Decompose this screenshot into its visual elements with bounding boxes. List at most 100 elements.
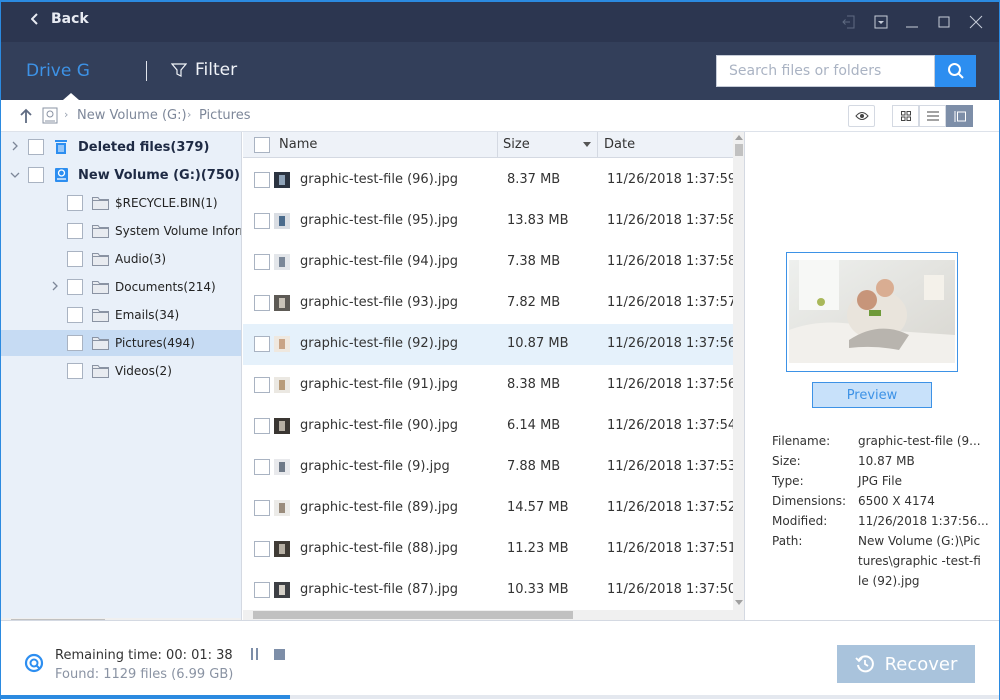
image-thumbnail-icon [274, 459, 290, 475]
tree-item-audio[interactable]: Audio(3) [1, 246, 241, 272]
checkbox[interactable] [67, 251, 83, 267]
checkbox[interactable] [67, 363, 83, 379]
stop-icon[interactable] [274, 649, 285, 660]
column-divider[interactable] [597, 132, 598, 158]
recover-button[interactable]: Recover [837, 645, 975, 683]
tree-item-system-volume-information[interactable]: System Volume Information [1, 218, 241, 244]
breadcrumb-separator: › [187, 108, 192, 121]
feedback-icon[interactable] [839, 12, 859, 32]
tree-item-new-volume[interactable]: New Volume (G:)(750) [1, 162, 241, 188]
checkbox[interactable] [67, 279, 83, 295]
checkbox[interactable] [28, 139, 44, 155]
image-thumbnail-icon [274, 172, 290, 188]
table-row[interactable]: graphic-test-file (87).jpg 10.33 MB 11/26/… [243, 570, 733, 611]
tree-item-pictures[interactable]: Pictures(494) [1, 330, 241, 356]
file-size: 10.87 MB [507, 336, 569, 351]
image-thumbnail-icon [274, 541, 290, 557]
filter-icon [171, 63, 187, 77]
detail-view-button[interactable] [946, 105, 973, 127]
scroll-down-icon[interactable] [735, 600, 743, 606]
info-label-path: Path: [772, 534, 803, 548]
row-checkbox[interactable] [254, 500, 270, 516]
preview-button[interactable]: Preview [812, 382, 932, 408]
file-name: graphic-test-file (9).jpg [300, 459, 450, 474]
folder-icon [92, 364, 109, 378]
checkbox[interactable] [28, 167, 44, 183]
table-row[interactable]: graphic-test-file (9).jpg 7.88 MB 11/26/20… [243, 447, 733, 488]
pause-icon[interactable] [250, 648, 260, 660]
info-label-dimensions: Dimensions: [772, 494, 847, 508]
tree-item-emails[interactable]: Emails(34) [1, 302, 241, 328]
filter-button[interactable]: Filter [171, 60, 237, 80]
row-checkbox[interactable] [254, 336, 270, 352]
breadcrumb-item-volume[interactable]: New Volume (G:) [77, 108, 187, 123]
menu-dropdown-icon[interactable] [871, 12, 891, 32]
list-view-button[interactable] [919, 105, 946, 127]
minimize-icon[interactable] [902, 12, 922, 32]
checkbox[interactable] [67, 335, 83, 351]
expand-icon[interactable] [51, 281, 59, 294]
row-checkbox[interactable] [254, 541, 270, 557]
tree-item-documents[interactable]: Documents(214) [1, 274, 241, 300]
checkbox[interactable] [67, 307, 83, 323]
scrollbar-thumb[interactable] [735, 144, 743, 156]
info-label-filename: Filename: [772, 434, 831, 448]
breadcrumb-item-pictures[interactable]: Pictures [199, 108, 250, 123]
close-icon[interactable] [966, 12, 986, 32]
row-checkbox[interactable] [254, 172, 270, 188]
search-input[interactable] [716, 55, 935, 87]
scrollbar-thumb[interactable] [253, 611, 573, 619]
tree-item-recycle-bin[interactable]: $RECYCLE.BIN(1) [1, 190, 241, 216]
list-vertical-scrollbar[interactable] [733, 132, 744, 610]
row-checkbox[interactable] [254, 582, 270, 598]
search-button[interactable] [935, 55, 976, 87]
grid-view-button[interactable] [892, 105, 919, 127]
column-header-name[interactable]: Name [279, 137, 317, 152]
folder-icon [92, 336, 109, 350]
list-horizontal-scrollbar[interactable] [243, 610, 744, 620]
info-label-size: Size: [772, 454, 801, 468]
file-date: 11/26/2018 1:37:56. [607, 336, 733, 351]
table-row[interactable]: graphic-test-file (88).jpg 11.23 MB 11/26/… [243, 529, 733, 570]
preview-toggle[interactable] [848, 105, 875, 127]
info-value-modified: 11/26/2018 1:37:56... [858, 514, 989, 528]
tree-item-deleted-files[interactable]: Deleted files(379) [1, 134, 241, 160]
column-divider[interactable] [497, 132, 498, 158]
row-checkbox[interactable] [254, 295, 270, 311]
expand-icon[interactable] [11, 141, 19, 154]
computer-icon[interactable] [42, 107, 58, 124]
table-row[interactable]: graphic-test-file (96).jpg 8.37 MB 11/26/2… [243, 160, 733, 201]
row-checkbox[interactable] [254, 213, 270, 229]
row-checkbox[interactable] [254, 254, 270, 270]
table-row[interactable]: graphic-test-file (92).jpg 10.87 MB 11/26/… [243, 324, 733, 365]
back-button[interactable]: Back [31, 11, 89, 27]
table-row[interactable]: graphic-test-file (90).jpg 6.14 MB 11/26/2… [243, 406, 733, 447]
folder-tree: Deleted files(379) New Volume (G:)(750) … [1, 132, 242, 628]
row-checkbox[interactable] [254, 418, 270, 434]
column-header-size[interactable]: Size [503, 137, 530, 152]
select-all-checkbox[interactable] [254, 137, 270, 153]
column-header-date[interactable]: Date [604, 137, 635, 152]
view-mode-group [892, 105, 973, 127]
scan-progress-fill [1, 695, 291, 699]
table-row[interactable]: graphic-test-file (95).jpg 13.83 MB 11/26/… [243, 201, 733, 242]
filter-label: Filter [195, 60, 238, 80]
eye-button[interactable] [848, 105, 875, 127]
scroll-up-icon[interactable] [735, 134, 743, 140]
checkbox[interactable] [67, 195, 83, 211]
table-row[interactable]: graphic-test-file (94).jpg 7.38 MB 11/26/2… [243, 242, 733, 283]
table-row[interactable]: graphic-test-file (93).jpg 7.82 MB 11/26/2… [243, 283, 733, 324]
folder-icon [92, 280, 109, 294]
row-checkbox[interactable] [254, 377, 270, 393]
scan-progress-bar [1, 695, 999, 699]
file-date: 11/26/2018 1:37:57. [607, 295, 733, 310]
up-arrow-icon[interactable] [19, 108, 33, 124]
checkbox[interactable] [67, 223, 83, 239]
table-row[interactable]: graphic-test-file (91).jpg 8.38 MB 11/26/2… [243, 365, 733, 406]
drive-tab[interactable]: Drive G [26, 61, 90, 81]
table-row[interactable]: graphic-test-file (89).jpg 14.57 MB 11/26/… [243, 488, 733, 529]
collapse-icon[interactable] [10, 169, 20, 182]
maximize-icon[interactable] [934, 12, 954, 32]
tree-item-videos[interactable]: Videos(2) [1, 358, 241, 384]
row-checkbox[interactable] [254, 459, 270, 475]
